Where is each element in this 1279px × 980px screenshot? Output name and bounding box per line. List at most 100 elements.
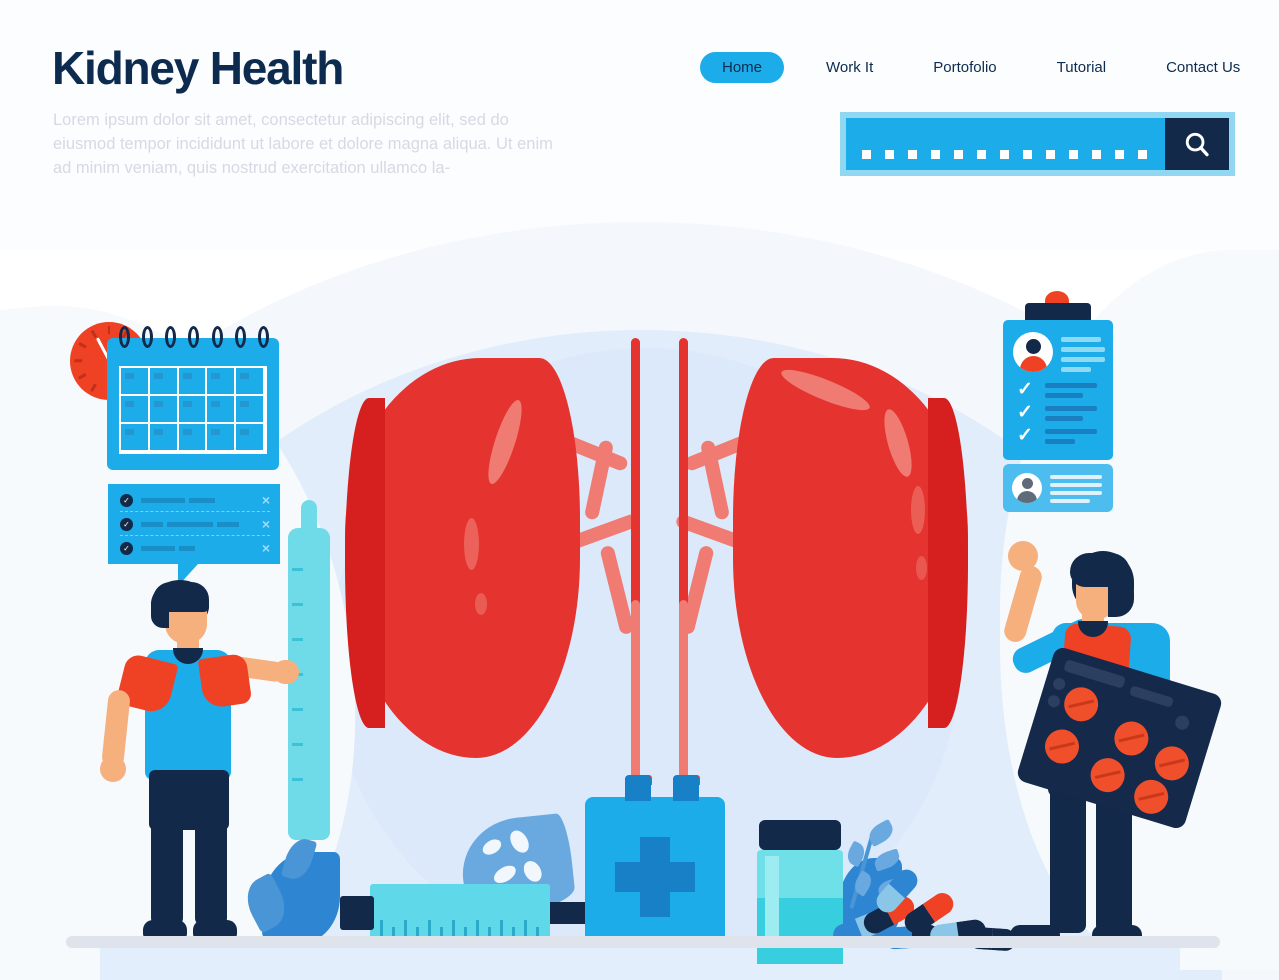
calendar-ring bbox=[257, 326, 269, 348]
ampoule-mark bbox=[292, 568, 303, 571]
syringe-plunger bbox=[340, 896, 374, 930]
calendar-cell[interactable] bbox=[236, 424, 265, 452]
calendar-ring bbox=[165, 326, 177, 348]
calendar-ring bbox=[119, 326, 130, 348]
clock-tick bbox=[90, 383, 97, 392]
calendar-cell[interactable] bbox=[236, 368, 265, 396]
ampoule-mark bbox=[292, 708, 303, 711]
calendar-ring bbox=[188, 326, 200, 348]
leg-left bbox=[151, 816, 183, 926]
checklist-text-bars bbox=[141, 497, 262, 503]
search-dash bbox=[1046, 150, 1055, 159]
medical-kit-icon bbox=[585, 775, 725, 945]
check-icon: ✓ bbox=[1017, 425, 1033, 446]
forearm-raised bbox=[1001, 563, 1045, 645]
checklist-item[interactable]: ✓ × bbox=[120, 538, 270, 558]
checklist-item[interactable]: ✓ × bbox=[120, 514, 270, 534]
ampoule-mark bbox=[292, 778, 303, 781]
search-dash bbox=[908, 150, 917, 159]
search-dash bbox=[1000, 150, 1009, 159]
dismiss-icon[interactable]: × bbox=[262, 492, 270, 508]
nav-item-tutorial[interactable]: Tutorial bbox=[1027, 59, 1136, 76]
page-title: Kidney Health bbox=[52, 42, 344, 94]
divider bbox=[120, 535, 270, 536]
kidney-right bbox=[733, 358, 968, 758]
nav-item-contact-us[interactable]: Contact Us bbox=[1136, 59, 1270, 76]
ampoule-mark bbox=[292, 743, 303, 746]
hair-side bbox=[151, 594, 169, 628]
check-icon: ✓ bbox=[120, 517, 133, 531]
medicine-jar-icon bbox=[757, 820, 843, 964]
search-bar bbox=[840, 112, 1235, 176]
calendar-cell[interactable] bbox=[149, 424, 179, 452]
pill bbox=[1040, 725, 1084, 768]
calendar-cell[interactable] bbox=[236, 396, 265, 424]
search-dash bbox=[977, 150, 986, 159]
calendar-cell[interactable] bbox=[207, 424, 237, 452]
checklist-item[interactable]: ✓ × bbox=[120, 490, 270, 510]
ureter-right bbox=[679, 338, 688, 618]
leg-right bbox=[195, 816, 227, 926]
calendar-cell[interactable] bbox=[178, 424, 208, 452]
hair-side bbox=[1108, 575, 1134, 617]
search-dash bbox=[1069, 150, 1078, 159]
calendar-cell[interactable] bbox=[121, 396, 150, 424]
hand-right bbox=[273, 660, 299, 684]
hand-left bbox=[100, 756, 126, 782]
calendar-icon bbox=[107, 326, 279, 470]
calendar-ring bbox=[234, 326, 246, 348]
checklist-text-bars bbox=[141, 545, 262, 551]
site-header: Kidney Health Lorem ipsum dolor sit amet… bbox=[0, 0, 1279, 250]
clock-tick bbox=[90, 330, 97, 339]
search-button[interactable] bbox=[1165, 118, 1229, 170]
main-navigation: Home Work It Portofolio Tutorial Contact… bbox=[700, 52, 1270, 83]
avatar bbox=[1012, 473, 1042, 503]
divider bbox=[120, 511, 270, 512]
landing-page: Kidney Health Lorem ipsum dolor sit amet… bbox=[0, 0, 1279, 980]
calendar-cell[interactable] bbox=[178, 396, 208, 424]
calendar-ring bbox=[211, 326, 223, 348]
clock-tick bbox=[107, 326, 111, 334]
avatar bbox=[1013, 332, 1053, 372]
page-subtitle: Lorem ipsum dolor sit amet, consectetur … bbox=[53, 111, 553, 177]
nav-item-work-it[interactable]: Work It bbox=[796, 59, 903, 76]
id-card-icon bbox=[1003, 464, 1113, 512]
clock-tick bbox=[78, 373, 87, 380]
pill bbox=[1150, 742, 1194, 785]
calendar-cell[interactable] bbox=[207, 368, 237, 396]
nav-item-home[interactable]: Home bbox=[700, 52, 785, 83]
dismiss-icon[interactable]: × bbox=[262, 516, 270, 532]
clipboard-icon: ✓ ✓ ✓ bbox=[1003, 320, 1113, 460]
search-placeholder-dashes bbox=[854, 150, 1147, 159]
fist-raised bbox=[1008, 541, 1038, 571]
kidney-left bbox=[345, 358, 580, 758]
calendar-cell[interactable] bbox=[121, 368, 150, 396]
search-dash bbox=[1115, 150, 1124, 159]
jar-gloss bbox=[765, 856, 779, 940]
calendar-cell[interactable] bbox=[149, 396, 179, 424]
pill bbox=[1129, 775, 1173, 819]
calendar-grid bbox=[119, 366, 267, 454]
search-dash bbox=[885, 150, 894, 159]
syringe-barrel bbox=[370, 884, 550, 942]
syringe-icon bbox=[340, 884, 598, 942]
check-icon: ✓ bbox=[1017, 379, 1033, 400]
pill bbox=[1086, 753, 1129, 797]
dismiss-icon[interactable]: × bbox=[262, 540, 270, 556]
calendar-cell[interactable] bbox=[121, 424, 150, 452]
clock-tick bbox=[74, 359, 83, 363]
ground-shadow-bar bbox=[66, 936, 1220, 948]
search-dash bbox=[931, 150, 940, 159]
nav-item-portofolio[interactable]: Portofolio bbox=[903, 59, 1026, 76]
check-icon: ✓ bbox=[1017, 402, 1033, 423]
search-dash bbox=[954, 150, 963, 159]
leg-left bbox=[1050, 783, 1086, 933]
search-input[interactable] bbox=[846, 118, 1165, 170]
search-dash bbox=[1023, 150, 1032, 159]
calendar-cell[interactable] bbox=[207, 396, 237, 424]
calendar-cell[interactable] bbox=[149, 368, 179, 396]
calendar-cell[interactable] bbox=[178, 368, 208, 396]
jar-cap bbox=[759, 820, 841, 850]
checklist-bubble-icon: ✓ × ✓ × ✓ × bbox=[108, 484, 280, 586]
search-dash bbox=[862, 150, 871, 159]
